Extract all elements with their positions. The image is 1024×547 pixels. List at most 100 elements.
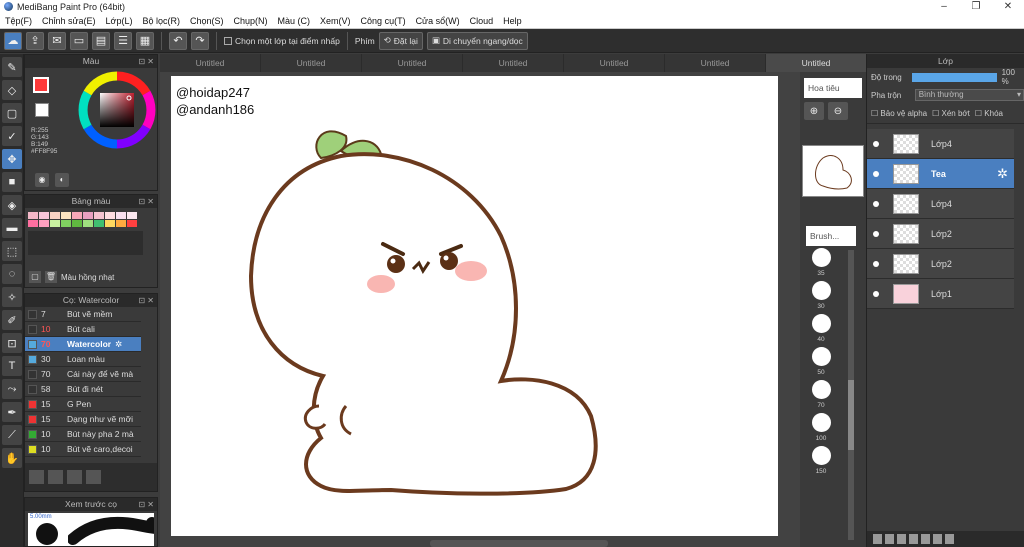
palette-swatch[interactable]: [83, 220, 93, 227]
list-icon[interactable]: ☰: [114, 31, 132, 50]
brush-add-icon[interactable]: [29, 470, 44, 484]
brush-item[interactable]: 15 Dạng như vẽ mỡi: [25, 412, 141, 427]
select-pen-icon[interactable]: ✐: [2, 310, 22, 330]
hand-tool-icon[interactable]: ✋: [2, 448, 22, 468]
gear-icon[interactable]: ✲: [115, 339, 122, 350]
menu-item[interactable]: Help: [498, 16, 527, 26]
brush-item[interactable]: 30 Loan màu: [25, 352, 141, 367]
tab-untitled[interactable]: Untitled: [564, 54, 664, 72]
color-mode-button[interactable]: ◉: [35, 173, 49, 187]
palette-swatch[interactable]: [39, 212, 49, 219]
fill-tool-icon[interactable]: ◈: [2, 195, 22, 215]
palette-swatch[interactable]: [28, 220, 38, 227]
palette-swatch[interactable]: [105, 220, 115, 227]
visibility-icon[interactable]: [873, 290, 879, 297]
brush-item[interactable]: 58 Bút đi nét: [25, 382, 141, 397]
visibility-icon[interactable]: [873, 260, 879, 267]
menu-item[interactable]: Chọn(S): [185, 16, 229, 26]
move-direction-button[interactable]: ▣ Di chuyển ngang/dọc: [426, 31, 528, 50]
minimize-button[interactable]: –: [928, 0, 960, 13]
drawing-canvas[interactable]: @hoidap247 @andanh186: [171, 76, 778, 536]
panel-close-icon[interactable]: ⊡ ✕: [138, 55, 154, 68]
palette-swatch[interactable]: [72, 220, 82, 227]
layer-item[interactable]: Lớp4: [867, 129, 1014, 159]
navigator-thumbnail[interactable]: [802, 145, 864, 197]
reset-button[interactable]: ⟲ Đặt lại: [378, 31, 423, 50]
panel-close-icon[interactable]: ⊡ ✕: [138, 498, 154, 511]
brush-size-item[interactable]: 100: [809, 413, 833, 442]
menu-item[interactable]: Cửa sổ(W): [411, 16, 465, 26]
visibility-icon[interactable]: [873, 230, 879, 237]
brush-size-scrollbar[interactable]: [848, 250, 854, 540]
color-eyedrop-button[interactable]: ◐: [55, 173, 69, 187]
palette-swatch[interactable]: [127, 220, 137, 227]
magic-wand-icon[interactable]: ✧: [2, 287, 22, 307]
merge-layer-icon[interactable]: [933, 534, 942, 544]
menu-item[interactable]: Xem(V): [315, 16, 356, 26]
delete-layer-icon[interactable]: [945, 534, 954, 544]
clipping-checkbox[interactable]: ☐ Xén bớt: [932, 109, 970, 118]
select-layer-checkbox[interactable]: Chọn một lớp tại điểm nhấp: [224, 36, 340, 46]
cloud-icon[interactable]: ☁: [4, 31, 22, 50]
menu-item[interactable]: Màu (C): [273, 16, 316, 26]
grid-icon[interactable]: ▦: [136, 31, 154, 50]
palette-swatch[interactable]: [116, 220, 126, 227]
tab-untitled[interactable]: Untitled: [665, 54, 765, 72]
protect-alpha-checkbox[interactable]: ☐ Bảo vệ alpha: [871, 109, 927, 118]
gear-icon[interactable]: ✲: [997, 166, 1008, 182]
palette-swatch[interactable]: [61, 212, 71, 219]
visibility-icon[interactable]: [873, 200, 879, 207]
visibility-icon[interactable]: [873, 140, 879, 147]
rect-tool-icon[interactable]: ▢: [2, 103, 22, 123]
opacity-slider[interactable]: [911, 72, 997, 82]
brush-item[interactable]: 7 Bút vẽ mềm: [25, 307, 141, 322]
folder-layer-icon[interactable]: [921, 534, 930, 544]
menu-item[interactable]: Tệp(F): [0, 16, 37, 26]
check-tool-icon[interactable]: ✓: [2, 126, 22, 146]
layer-item[interactable]: Tea ✲: [867, 159, 1014, 189]
brush-size-item[interactable]: 50: [809, 347, 833, 376]
tab-untitled[interactable]: Untitled: [261, 54, 361, 72]
new-1bit-icon[interactable]: [897, 534, 906, 544]
layer-item[interactable]: Lớp4: [867, 189, 1014, 219]
brush-new-icon[interactable]: [48, 470, 63, 484]
operation-tool-icon[interactable]: ⤳: [2, 379, 22, 399]
brush-item[interactable]: 70 Watercolor ✲: [25, 337, 141, 352]
menu-item[interactable]: Chụp(N): [229, 16, 273, 26]
duplicate-layer-icon[interactable]: [909, 534, 918, 544]
brush-item[interactable]: 15 G Pen: [25, 397, 141, 412]
tab-untitled[interactable]: Untitled: [160, 54, 260, 72]
panel-close-icon[interactable]: ⊡ ✕: [138, 294, 154, 307]
brush-item[interactable]: 10 Bút này pha 2 mà: [25, 427, 141, 442]
tab-untitled[interactable]: Untitled: [766, 54, 866, 72]
add-color-icon[interactable]: ▢: [29, 271, 41, 283]
palette-swatch[interactable]: [116, 212, 126, 219]
zoom-out-icon[interactable]: ⊖: [828, 102, 848, 120]
undo-button[interactable]: ↶: [169, 31, 187, 50]
zoom-in-icon[interactable]: ⊕: [804, 102, 824, 120]
select-eraser-icon[interactable]: ⊡: [2, 333, 22, 353]
primary-color-swatch[interactable]: [33, 77, 49, 93]
palette-swatch[interactable]: [105, 212, 115, 219]
eraser-tool-icon[interactable]: ◇: [2, 80, 22, 100]
close-button[interactable]: ✕: [992, 0, 1024, 13]
pen-tool-icon[interactable]: ⟋: [2, 425, 22, 445]
color-wheel[interactable]: [78, 71, 156, 149]
menu-item[interactable]: Cloud: [465, 16, 499, 26]
brush-size-item[interactable]: 40: [809, 314, 833, 343]
new-layer-icon[interactable]: [873, 534, 882, 544]
brush-item[interactable]: 70 Cái này để vẽ mà: [25, 367, 141, 382]
palette-swatch[interactable]: [50, 212, 60, 219]
menu-item[interactable]: Công cụ(T): [356, 16, 411, 26]
visibility-icon[interactable]: [873, 170, 879, 177]
palette-swatch[interactable]: [28, 212, 38, 219]
eyedropper-icon[interactable]: ✒: [2, 402, 22, 422]
scroll-thumb[interactable]: [848, 380, 854, 450]
menu-item[interactable]: Lớp(L): [101, 16, 138, 26]
lock-checkbox[interactable]: ☐ Khóa: [975, 109, 1003, 118]
brush-size-item[interactable]: 150: [809, 446, 833, 475]
share-icon[interactable]: ⇪: [26, 31, 44, 50]
select-tool-icon[interactable]: ⬚: [2, 241, 22, 261]
brush-tool-icon[interactable]: ✎: [2, 57, 22, 77]
canvas-bottom-toolbar[interactable]: [430, 540, 608, 547]
